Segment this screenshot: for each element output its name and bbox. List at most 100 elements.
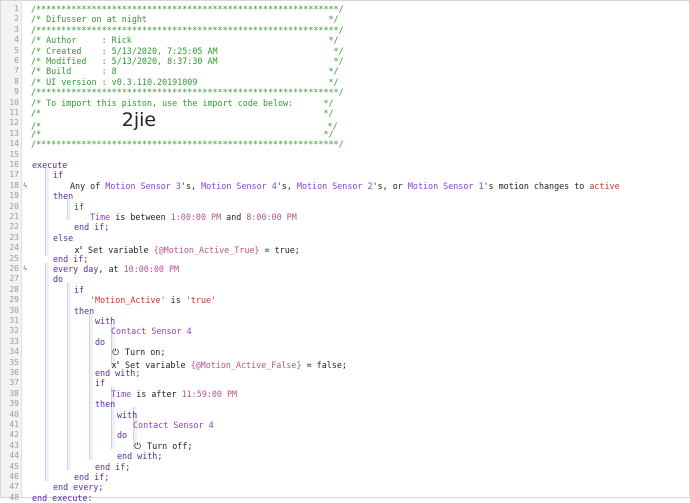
piston-code-editor: 1 2 3 4 5 6 7 8 9 10 11 12 13 14 15 16 17 18 19 20 21 22 23 24 2…: [0, 0, 690, 502]
set-variable-statement[interactable]: xs Set variable {@Motion_Active_False} =…: [111, 358, 346, 369]
line-number: 46: [9, 472, 19, 481]
line-number: 10: [9, 97, 19, 107]
do-block-guide: [67, 283, 71, 470]
line-number: 13: [9, 128, 19, 138]
header-import-code-line: /* 2jie */: [31, 111, 338, 132]
if-keyword[interactable]: if: [95, 378, 105, 388]
then-keyword[interactable]: then: [53, 191, 73, 201]
end-if-keyword[interactable]: end if;: [95, 462, 130, 472]
header-ui-version: /* UI version : v0.3.110.20191009 */: [31, 76, 339, 87]
end-with-keyword[interactable]: end with;: [117, 451, 162, 461]
line-number: 44: [9, 451, 19, 461]
header-blank: /* */: [31, 128, 334, 139]
header-border: /***************************************…: [31, 139, 344, 150]
string-operand[interactable]: 'Motion_Active': [90, 295, 166, 305]
with-keyword[interactable]: with: [95, 316, 115, 326]
with-keyword[interactable]: with: [117, 410, 137, 420]
end-execute-keyword[interactable]: end execute;: [32, 493, 93, 501]
comparison-text: is after: [131, 388, 182, 399]
line-number: 20: [9, 201, 19, 211]
header-border: /***************************************…: [31, 4, 344, 14]
line-number: 31: [9, 316, 19, 325]
line-number: 4: [14, 35, 19, 45]
comparison-text: is: [165, 295, 186, 306]
comparison-text: is between: [110, 212, 171, 222]
line-number: 12: [9, 118, 19, 128]
line-number: 8: [14, 76, 19, 86]
header-author: /* Author : Rick */: [31, 35, 339, 46]
device-motion-sensor-3[interactable]: Motion Sensor 3: [105, 181, 181, 191]
power-icon: ⏻: [112, 347, 119, 358]
line-number: 32: [9, 326, 19, 336]
device-motion-sensor-1[interactable]: Motion Sensor 1: [408, 181, 484, 191]
line-number: 15: [9, 149, 19, 159]
value-active[interactable]: active: [589, 181, 619, 191]
header-build: /* Build : 8 */: [31, 66, 339, 77]
line-number: 33: [9, 336, 19, 346]
line-number: 35: [9, 357, 19, 367]
execute-keyword[interactable]: execute: [32, 160, 67, 170]
header-blank: /* */: [31, 108, 334, 118]
time-condition[interactable]: Time is after 11:59:00 PM: [111, 389, 237, 399]
time-value[interactable]: 8:00:00 PM: [246, 212, 296, 222]
time-value[interactable]: 1:00:00 PM: [171, 212, 221, 222]
line-number: 7: [14, 66, 19, 76]
device-contact-sensor-4[interactable]: Contact Sensor 4: [111, 326, 192, 336]
line-number: 14: [9, 139, 19, 149]
then-block-guide: [67, 199, 71, 220]
line-number: 40: [9, 409, 19, 419]
line-number: 25: [9, 253, 19, 263]
variable-name[interactable]: {@Motion_Active_False}: [191, 359, 302, 369]
line-number: 28: [9, 284, 19, 294]
line-number: 2: [14, 14, 19, 24]
line-number: 3: [14, 24, 19, 34]
then-keyword[interactable]: then: [74, 306, 94, 316]
motion-condition[interactable]: Any of Motion Sensor 3's, Motion Sensor …: [70, 181, 620, 191]
turn-off-statement[interactable]: ⏻ Turn off;: [133, 441, 192, 451]
if-keyword[interactable]: if: [74, 202, 84, 212]
line-number-gutter: 1 2 3 4 5 6 7 8 9 10 11 12 13 14 15 16 17 18 19 20 21 22 23 24 2…: [1, 1, 22, 502]
set-variable-statement[interactable]: xs Set variable {@Motion_Active_True} = …: [74, 243, 299, 255]
device-motion-sensor-4[interactable]: Motion Sensor 4: [201, 181, 277, 191]
line-number: 37: [9, 378, 19, 388]
timer-icon: ϟ: [23, 265, 28, 273]
do-keyword[interactable]: do: [95, 337, 105, 347]
time-condition[interactable]: Time is between 1:00:00 PM and 8:00:00 P…: [90, 212, 297, 222]
if-keyword[interactable]: if: [74, 285, 84, 295]
any-of-text: Any of: [70, 180, 106, 191]
time-value[interactable]: 10:00:00 PM: [124, 264, 179, 274]
variable-condition[interactable]: 'Motion_Active' is 'true': [90, 295, 216, 305]
if-keyword[interactable]: if: [53, 170, 63, 180]
every-day-keyword[interactable]: every day: [53, 264, 98, 274]
line-number: 34: [9, 347, 19, 357]
turn-on-statement[interactable]: ⏻ Turn on;: [111, 347, 165, 357]
end-every-keyword[interactable]: end every;: [53, 482, 103, 492]
lightning-icon: ϟ: [23, 181, 28, 190]
end-with-keyword[interactable]: end with;: [95, 368, 140, 378]
line-number: 45: [9, 461, 19, 471]
end-if-keyword[interactable]: end if;: [74, 472, 109, 482]
line-number: 27: [9, 274, 19, 284]
line-number: 1: [14, 4, 19, 13]
do-keyword[interactable]: do: [117, 430, 127, 440]
time-operand[interactable]: Time: [90, 212, 110, 222]
variable-name[interactable]: {@Motion_Active_True}: [154, 245, 260, 255]
string-value[interactable]: 'true': [186, 295, 216, 305]
time-value[interactable]: 11:59:00 PM: [182, 389, 237, 399]
device-motion-sensor-2[interactable]: Motion Sensor 2: [297, 181, 373, 191]
end-if-keyword[interactable]: end if;: [74, 222, 109, 232]
line-number: 38: [9, 388, 19, 398]
then-nested-guide: [89, 314, 93, 460]
end-if-keyword[interactable]: end if;: [53, 254, 88, 264]
line-number: 24: [9, 243, 19, 253]
then-keyword[interactable]: then: [95, 399, 115, 409]
do-keyword[interactable]: do: [53, 274, 63, 284]
line-number: 16: [9, 160, 19, 169]
else-keyword[interactable]: else: [53, 233, 73, 243]
comparison-text: 's motion changes to: [483, 180, 590, 191]
if-block-guide: [45, 168, 49, 256]
device-contact-sensor-4[interactable]: Contact Sensor 4: [133, 420, 214, 430]
line-number: 6: [14, 56, 19, 65]
every-statement[interactable]: every day, at 10:00:00 PM: [53, 264, 179, 274]
time-operand[interactable]: Time: [111, 389, 131, 399]
